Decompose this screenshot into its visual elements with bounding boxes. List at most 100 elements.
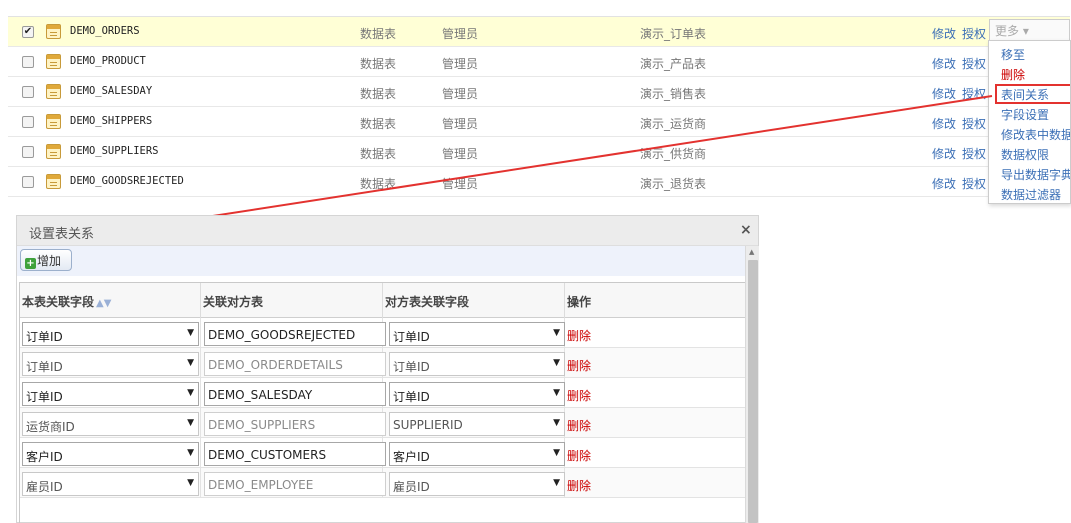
more-menu-item[interactable]: 删除 — [1001, 66, 1025, 83]
dropdown-arrow-icon: ▼ — [187, 418, 194, 428]
column-header-target-field[interactable]: 对方表关联字段 — [383, 283, 565, 318]
row-checkbox[interactable] — [22, 86, 34, 98]
target-table-field[interactable]: DEMO_EMPLOYEE — [204, 472, 386, 496]
target-field-select[interactable]: 订单ID ▼ — [389, 322, 565, 346]
more-menu-item[interactable]: 移至 — [1001, 46, 1025, 63]
edit-link[interactable]: 修改 — [932, 85, 956, 102]
delete-link[interactable]: 删除 — [567, 417, 591, 434]
local-field-select[interactable]: 雇员ID ▼ — [22, 472, 199, 496]
target-field-select[interactable]: 雇员ID ▼ — [389, 472, 565, 496]
table-owner: 管理员 — [442, 57, 479, 71]
cell-local-field: 运货商ID ▼ — [20, 408, 201, 438]
grant-link[interactable]: 授权 — [962, 145, 986, 162]
relation-row: 雇员ID ▼ DEMO_EMPLOYEE 雇员ID ▼ 删除 — [20, 468, 745, 498]
delete-link[interactable]: 删除 — [567, 447, 591, 464]
plus-icon: + — [25, 258, 36, 269]
table-row[interactable]: DEMO_SUPPLIERS 数据表 管理员 演示_供货商 修改 授权 — [8, 137, 1070, 167]
more-menu-item[interactable]: 数据过滤器 — [1001, 186, 1061, 203]
target-table-field[interactable]: DEMO_SUPPLIERS — [204, 412, 386, 436]
add-button[interactable]: + 增加 — [20, 249, 72, 271]
table-name[interactable]: DEMO_PRODUCT — [70, 55, 146, 67]
target-table-field[interactable]: DEMO_ORDERDETAILS — [204, 352, 386, 376]
delete-link[interactable]: 删除 — [567, 387, 591, 404]
column-header-local-field[interactable]: 本表关联字段 ▲▼ — [20, 283, 201, 318]
vertical-scrollbar[interactable]: ▲ — [745, 246, 759, 523]
delete-link[interactable]: 删除 — [567, 477, 591, 494]
more-menu-item[interactable]: 表间关系 — [1001, 86, 1049, 103]
more-menu-item[interactable]: 导出数据字典 — [1001, 166, 1070, 183]
scroll-up-icon[interactable]: ▲ — [749, 248, 754, 256]
edit-link[interactable]: 修改 — [932, 145, 956, 162]
table-type: 数据表 — [360, 117, 397, 131]
row-checkbox[interactable] — [22, 176, 34, 188]
table-type: 数据表 — [360, 147, 397, 161]
table-row[interactable]: ✔ DEMO_ORDERS 数据表 管理员 演示_订单表 修改 授权 — [8, 17, 1070, 47]
table-type: 数据表 — [360, 57, 397, 71]
table-owner: 管理员 — [442, 147, 479, 161]
cell-local-field: 雇员ID ▼ — [20, 468, 201, 498]
target-field-select[interactable]: 客户ID ▼ — [389, 442, 565, 466]
dropdown-arrow-icon: ▼ — [187, 448, 194, 458]
grant-link[interactable]: 授权 — [962, 175, 986, 192]
target-table-field[interactable]: DEMO_CUSTOMERS — [204, 442, 386, 466]
table-description: 演示_订单表 — [640, 27, 707, 41]
delete-link[interactable]: 删除 — [567, 327, 591, 344]
local-field-select[interactable]: 客户ID ▼ — [22, 442, 199, 466]
table-name[interactable]: DEMO_GOODSREJECTED — [70, 175, 184, 187]
dropdown-arrow-icon: ▼ — [553, 388, 560, 398]
target-table-field[interactable]: DEMO_SALESDAY — [204, 382, 386, 406]
table-name[interactable]: DEMO_SHIPPERS — [70, 115, 152, 127]
table-owner: 管理员 — [442, 87, 479, 101]
dialog-toolbar: + 增加 — [17, 246, 758, 276]
relation-row: 订单ID ▼ DEMO_ORDERDETAILS 订单ID ▼ 删除 — [20, 348, 745, 378]
more-menu-item[interactable]: 数据权限 — [1001, 146, 1049, 163]
table-row[interactable]: DEMO_SHIPPERS 数据表 管理员 演示_运货商 修改 授权 — [8, 107, 1070, 137]
column-header-target-table[interactable]: 关联对方表 — [201, 283, 383, 318]
more-menu-item[interactable]: 字段设置 — [1001, 106, 1049, 123]
relation-row: 订单ID ▼ DEMO_SALESDAY 订单ID ▼ 删除 — [20, 378, 745, 408]
dropdown-arrow-icon: ▼ — [187, 478, 194, 488]
row-checkbox[interactable] — [22, 146, 34, 158]
table-owner: 管理员 — [442, 177, 479, 191]
table-description: 演示_销售表 — [640, 87, 707, 101]
edit-link[interactable]: 修改 — [932, 115, 956, 132]
edit-link[interactable]: 修改 — [932, 175, 956, 192]
table-row[interactable]: DEMO_GOODSREJECTED 数据表 管理员 演示_退货表 修改 授权 — [8, 167, 1070, 197]
dropdown-arrow-icon: ▼ — [187, 328, 194, 338]
close-icon[interactable]: × — [740, 222, 752, 238]
row-checkbox[interactable] — [22, 116, 34, 128]
row-checkbox[interactable] — [22, 56, 34, 68]
edit-link[interactable]: 修改 — [932, 25, 956, 42]
table-row[interactable]: DEMO_SALESDAY 数据表 管理员 演示_销售表 修改 授权 — [8, 77, 1070, 107]
table-name[interactable]: DEMO_SALESDAY — [70, 85, 152, 97]
relation-row: 客户ID ▼ DEMO_CUSTOMERS 客户ID ▼ 删除 — [20, 438, 745, 468]
more-label: 更多 — [995, 24, 1020, 38]
local-field-select[interactable]: 订单ID ▼ — [22, 352, 199, 376]
grant-link[interactable]: 授权 — [962, 115, 986, 132]
local-field-select[interactable]: 订单ID ▼ — [22, 382, 199, 406]
row-checkbox[interactable]: ✔ — [22, 26, 34, 38]
more-dropdown-button[interactable]: 更多 ▾ — [989, 19, 1070, 41]
delete-link[interactable]: 删除 — [567, 357, 591, 374]
table-name[interactable]: DEMO_SUPPLIERS — [70, 145, 159, 157]
table-description: 演示_运货商 — [640, 117, 707, 131]
scrollbar-thumb[interactable] — [748, 260, 758, 523]
grant-link[interactable]: 授权 — [962, 85, 986, 102]
grant-link[interactable]: 授权 — [962, 25, 986, 42]
target-field-select[interactable]: SUPPLIERID ▼ — [389, 412, 565, 436]
target-field-select[interactable]: 订单ID ▼ — [389, 382, 565, 406]
grant-link[interactable]: 授权 — [962, 55, 986, 72]
table-list: ✔ DEMO_ORDERS 数据表 管理员 演示_订单表 修改 授权 DEMO_PRODUCT… — [8, 16, 1070, 206]
target-field-select[interactable]: 订单ID ▼ — [389, 352, 565, 376]
table-description: 演示_产品表 — [640, 57, 707, 71]
more-menu-item[interactable]: 修改表中数据 — [1001, 126, 1070, 143]
table-type: 数据表 — [360, 177, 397, 191]
edit-link[interactable]: 修改 — [932, 55, 956, 72]
target-table-field[interactable]: DEMO_GOODSREJECTED — [204, 322, 386, 346]
table-row[interactable]: DEMO_PRODUCT 数据表 管理员 演示_产品表 修改 授权 — [8, 47, 1070, 77]
table-icon — [46, 174, 61, 189]
dropdown-arrow-icon: ▼ — [187, 358, 194, 368]
local-field-select[interactable]: 运货商ID ▼ — [22, 412, 199, 436]
local-field-select[interactable]: 订单ID ▼ — [22, 322, 199, 346]
table-name[interactable]: DEMO_ORDERS — [70, 25, 140, 37]
